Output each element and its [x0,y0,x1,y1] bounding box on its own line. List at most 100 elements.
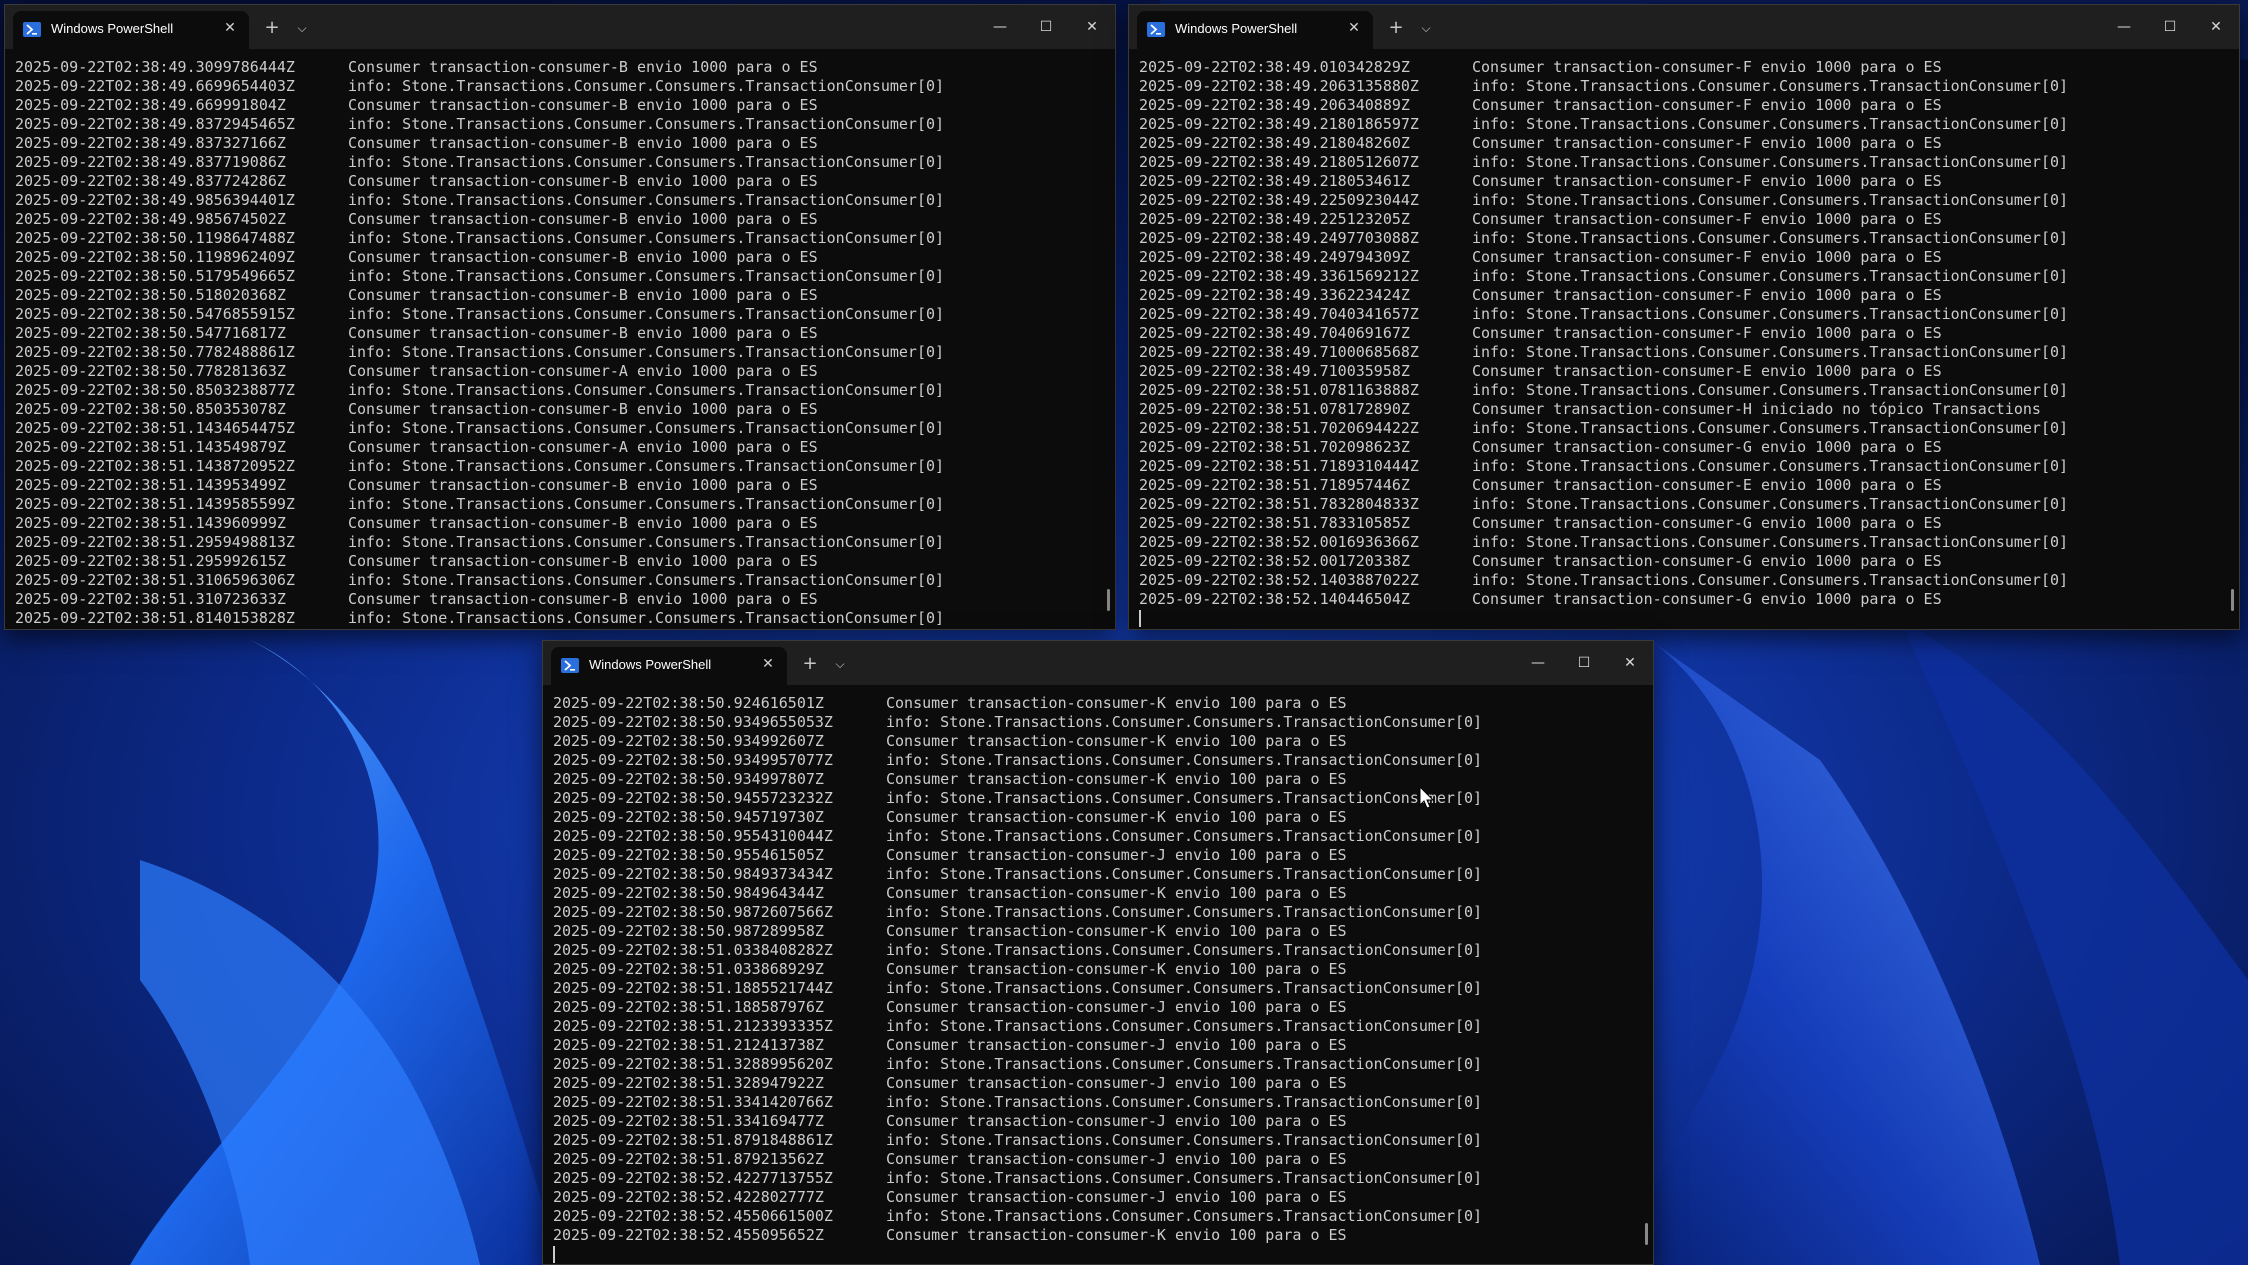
powershell-window-top-right[interactable]: Windows PowerShell ✕ + ⌵ — ☐ ✕ 2025-09-2… [1128,4,2240,630]
terminal-line: 2025-09-22T02:38:51.328947922Z Consumer t… [553,1074,1643,1093]
powershell-window-bottom[interactable]: Windows PowerShell ✕ + ⌵ — ☐ ✕ 2025-09-2… [542,640,1654,1265]
close-icon[interactable]: ✕ [219,17,241,39]
log-timestamp: 2025-09-22T02:38:51.334169477Z [553,1112,824,1130]
title-bar[interactable]: Windows PowerShell ✕ + ⌵ — ☐ ✕ [1129,5,2239,49]
maximize-icon[interactable]: ☐ [1561,649,1607,677]
log-message: info: Stone.Transactions.Consumer.Consum… [1472,267,2069,285]
minimize-icon[interactable]: — [2101,13,2147,41]
log-message: info: Stone.Transactions.Consumer.Consum… [1472,115,2069,133]
powershell-window-top-left[interactable]: Windows PowerShell ✕ + ⌵ — ☐ ✕ 2025-09-2… [4,4,1116,630]
powershell-icon [561,658,579,673]
log-timestamp: 2025-09-22T02:38:51.033868929Z [553,960,824,978]
log-message: info: Stone.Transactions.Consumer.Consum… [348,115,945,133]
minimize-icon[interactable]: — [977,13,1023,41]
log-message: Consumer transaction-consumer-K envio 10… [886,770,1347,788]
terminal-output[interactable]: 2025-09-22T02:38:49.010342829Z Consumer t… [1139,58,2229,629]
log-message: Consumer transaction-consumer-B envio 10… [348,514,818,532]
terminal-line: 2025-09-22T02:38:52.0016936366Z info: Sto… [1139,533,2229,552]
title-bar[interactable]: Windows PowerShell ✕ + ⌵ — ☐ ✕ [543,641,1653,685]
log-timestamp: 2025-09-22T02:38:52.0016936366Z [1139,533,1419,551]
log-message: info: Stone.Transactions.Consumer.Consum… [348,609,945,627]
log-timestamp: 2025-09-22T02:38:49.837724286Z [15,172,286,190]
terminal-output[interactable]: 2025-09-22T02:38:50.924616501Z Consumer t… [553,694,1643,1264]
title-bar[interactable]: Windows PowerShell ✕ + ⌵ — ☐ ✕ [5,5,1115,49]
close-icon[interactable]: ✕ [757,653,779,675]
log-message: info: Stone.Transactions.Consumer.Consum… [886,1017,1483,1035]
log-message: Consumer transaction-consumer-B envio 10… [348,58,818,76]
terminal-output[interactable]: 2025-09-22T02:38:49.3099786444Z Consumer … [15,58,1105,629]
terminal-line: 2025-09-22T02:38:51.8791848861Z info: Sto… [553,1131,1643,1150]
log-message: Consumer transaction-consumer-J envio 10… [886,1036,1347,1054]
plus-icon[interactable]: + [261,17,283,39]
close-icon[interactable]: ✕ [1343,17,1365,39]
log-timestamp: 2025-09-22T02:38:51.7020694422Z [1139,419,1419,437]
terminal-line: 2025-09-22T02:38:49.225123205Z Consumer t… [1139,210,2229,229]
terminal-line: 2025-09-22T02:38:51.783310585Z Consumer t… [1139,514,2229,533]
log-message: Consumer transaction-consumer-B envio 10… [348,248,818,266]
log-message: info: Stone.Transactions.Consumer.Consum… [1472,495,2069,513]
chevron-down-icon[interactable]: ⌵ [1415,17,1437,39]
maximize-icon[interactable]: ☐ [2147,13,2193,41]
tab-windows-powershell[interactable]: Windows PowerShell ✕ [1137,11,1373,49]
scrollbar[interactable] [1645,1223,1648,1245]
tab-windows-powershell[interactable]: Windows PowerShell ✕ [551,647,787,685]
log-timestamp: 2025-09-22T02:38:51.1438720952Z [15,457,295,475]
log-timestamp: 2025-09-22T02:38:50.1198962409Z [15,248,295,266]
close-icon[interactable]: ✕ [1069,13,1115,41]
log-message: Consumer transaction-consumer-B envio 10… [348,210,818,228]
close-icon[interactable]: ✕ [2193,13,2239,41]
log-timestamp: 2025-09-22T02:38:49.2180512607Z [1139,153,1419,171]
terminal-line: 2025-09-22T02:38:49.010342829Z Consumer t… [1139,58,2229,77]
log-message: info: Stone.Transactions.Consumer.Consum… [1472,343,2069,361]
chevron-down-icon[interactable]: ⌵ [829,653,851,675]
scrollbar[interactable] [1107,589,1110,611]
terminal-line: 2025-09-22T02:38:51.7832804833Z info: Sto… [1139,495,2229,514]
log-message: Consumer transaction-consumer-B envio 10… [348,172,818,190]
log-timestamp: 2025-09-22T02:38:50.9554310044Z [553,827,833,845]
maximize-icon[interactable]: ☐ [1023,13,1069,41]
terminal-line: 2025-09-22T02:38:49.2180186597Z info: Sto… [1139,115,2229,134]
log-message: Consumer transaction-consumer-K envio 10… [886,732,1347,750]
plus-icon[interactable]: + [799,653,821,675]
log-timestamp: 2025-09-22T02:38:49.710035958Z [1139,362,1410,380]
prompt-line[interactable] [553,1245,1643,1264]
log-timestamp: 2025-09-22T02:38:49.6699654403Z [15,77,295,95]
terminal-line: 2025-09-22T02:38:51.334169477Z Consumer t… [553,1112,1643,1131]
terminal-line: 2025-09-22T02:38:50.984964344Z Consumer t… [553,884,1643,903]
terminal-line: 2025-09-22T02:38:49.218053461Z Consumer t… [1139,172,2229,191]
tab-windows-powershell[interactable]: Windows PowerShell ✕ [13,11,249,49]
log-message: info: Stone.Transactions.Consumer.Consum… [1472,191,2069,209]
terminal-line: 2025-09-22T02:38:51.7189310444Z info: Sto… [1139,457,2229,476]
log-timestamp: 2025-09-22T02:38:51.702098623Z [1139,438,1410,456]
log-message: Consumer transaction-consumer-B envio 10… [348,552,818,570]
log-message: Consumer transaction-consumer-G envio 10… [1472,438,1942,456]
mouse-pointer-icon [1419,786,1435,809]
close-icon[interactable]: ✕ [1607,649,1653,677]
terminal-line: 2025-09-22T02:38:49.710035958Z Consumer t… [1139,362,2229,381]
log-timestamp: 2025-09-22T02:38:51.1439585599Z [15,495,295,513]
log-message: info: Stone.Transactions.Consumer.Consum… [348,229,945,247]
tab-title: Windows PowerShell [51,21,174,36]
terminal-line: 2025-09-22T02:38:49.9856394401Z info: Sto… [15,191,1105,210]
log-message: Consumer transaction-consumer-J envio 10… [886,846,1347,864]
chevron-down-icon[interactable]: ⌵ [291,17,313,39]
terminal-line: 2025-09-22T02:38:49.3099786444Z Consumer … [15,58,1105,77]
plus-icon[interactable]: + [1385,17,1407,39]
prompt-line[interactable] [1139,609,2229,628]
terminal-line: 2025-09-22T02:38:50.9349655053Z info: Sto… [553,713,1643,732]
terminal-line: 2025-09-22T02:38:49.7040341657Z info: Sto… [1139,305,2229,324]
terminal-line: 2025-09-22T02:38:50.945719730Z Consumer t… [553,808,1643,827]
minimize-icon[interactable]: — [1515,649,1561,677]
log-timestamp: 2025-09-22T02:38:49.985674502Z [15,210,286,228]
log-timestamp: 2025-09-22T02:38:50.934997807Z [553,770,824,788]
scrollbar[interactable] [2231,589,2234,611]
log-message: Consumer transaction-consumer-J envio 10… [886,1188,1347,1206]
terminal-line: 2025-09-22T02:38:51.033868929Z Consumer t… [553,960,1643,979]
text-cursor [553,1246,555,1263]
terminal-line: 2025-09-22T02:38:49.985674502Z Consumer t… [15,210,1105,229]
text-cursor [1139,610,1141,627]
powershell-icon [23,22,41,37]
log-message: info: Stone.Transactions.Consumer.Consum… [886,979,1483,997]
terminal-line: 2025-09-22T02:38:51.8140153828Z info: Sto… [15,609,1105,628]
log-timestamp: 2025-09-22T02:38:49.336223424Z [1139,286,1410,304]
